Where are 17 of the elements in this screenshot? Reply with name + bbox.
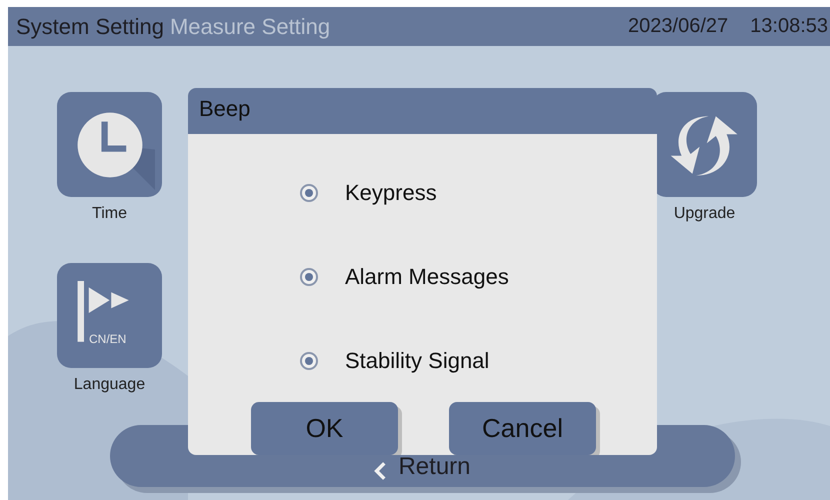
settings-tile[interactable]: CN/EN xyxy=(57,263,162,368)
header-tab[interactable]: System Setting xyxy=(16,14,164,40)
dialog-title: Beep xyxy=(188,88,657,134)
date-text: 2023/06/27 xyxy=(628,15,728,38)
settings-tile[interactable] xyxy=(57,92,162,197)
chevron-icon xyxy=(374,461,386,481)
tile-label: Language xyxy=(74,376,146,394)
tile-label: Time xyxy=(92,205,127,223)
language-code-label: CN/EN xyxy=(89,332,126,346)
radio-option[interactable]: Alarm Messages xyxy=(300,256,657,298)
tile-label: Upgrade xyxy=(674,205,736,223)
dialog-button[interactable]: OK xyxy=(251,402,398,455)
time-text: 13:08:53 xyxy=(750,15,828,38)
radio-option[interactable]: Stability Signal xyxy=(300,340,657,382)
dialog-button[interactable]: Cancel xyxy=(449,402,596,455)
header-tab[interactable]: Measure Setting xyxy=(170,14,330,40)
radio-option[interactable]: Keypress xyxy=(300,172,657,214)
